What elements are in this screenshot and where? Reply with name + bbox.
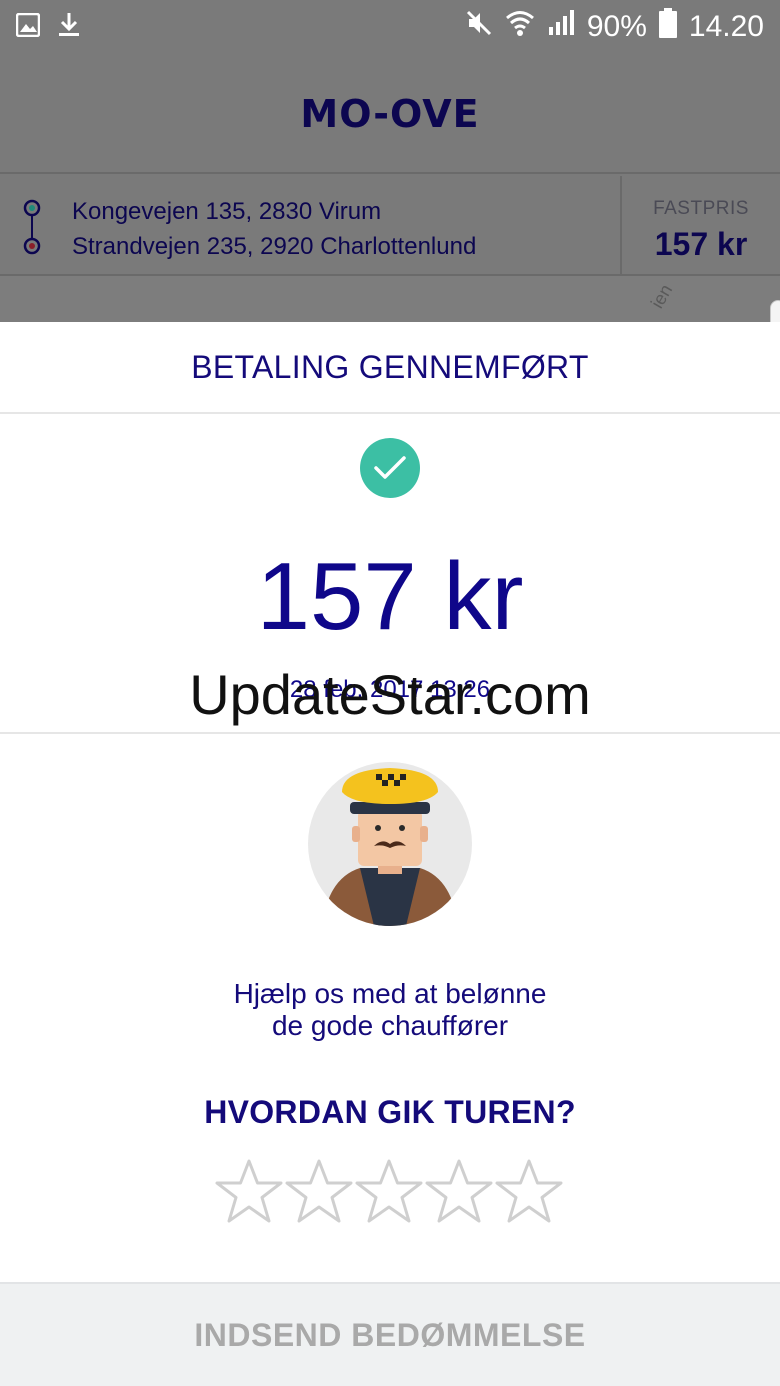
map-view: ien	[0, 276, 780, 322]
map-street-label: ien	[646, 280, 677, 312]
wifi-icon	[505, 9, 535, 45]
paid-amount: 157 kr	[256, 543, 524, 650]
rating-question: HVORDAN GIK TUREN?	[204, 1094, 576, 1130]
fixed-price: FASTPRIS 157 kr	[620, 176, 780, 276]
route-pins-icon	[22, 198, 42, 258]
app-header: MO-OVE	[0, 56, 780, 174]
help-text: Hjælp os med at belønne de gode chauffør…	[0, 978, 780, 1042]
driver-avatar	[308, 762, 472, 926]
star-rating[interactable]	[214, 1158, 566, 1234]
dialog-title: BETALING GENNEMFØRT	[0, 322, 780, 414]
fixed-price-value: 157 kr	[654, 226, 748, 262]
submit-rating-button[interactable]: INDSEND BEDØMMELSE	[0, 1282, 780, 1386]
star-icon[interactable]	[214, 1158, 284, 1228]
battery-percent: 90%	[586, 10, 647, 43]
route-to: Strandvejen 235, 2920 Charlottenlund	[72, 233, 477, 260]
star-icon[interactable]	[494, 1158, 564, 1228]
route-summary: Kongevejen 135, 2830 Virum Strandvejen 2…	[0, 176, 780, 276]
download-icon	[58, 12, 80, 43]
watermark: UpdateStar.com	[189, 663, 591, 726]
image-icon	[15, 12, 41, 42]
star-icon[interactable]	[424, 1158, 494, 1228]
payment-complete-dialog: BETALING GENNEMFØRT 157 kr 28 feb. 2017 …	[0, 322, 780, 1386]
fixed-price-label: FASTPRIS	[653, 198, 749, 219]
clock: 14.20	[688, 10, 764, 43]
signal-icon	[547, 9, 575, 45]
checkmark-icon	[360, 438, 420, 498]
moove-logo: MO-OVE	[300, 92, 480, 136]
star-icon[interactable]	[354, 1158, 424, 1228]
divider	[0, 732, 780, 734]
help-text-line-2: de gode chauffører	[271, 1010, 509, 1041]
star-icon[interactable]	[284, 1158, 354, 1228]
status-bar: 90% 14.20	[0, 0, 780, 56]
help-text-line-1: Hjælp os med at belønne	[233, 978, 547, 1009]
route-from: Kongevejen 135, 2830 Virum	[72, 198, 382, 225]
mute-icon	[465, 9, 493, 45]
battery-icon	[658, 8, 677, 46]
background-app: 90% 14.20 MO-OVE Kongevejen 135, 2830 Vi…	[0, 0, 780, 322]
